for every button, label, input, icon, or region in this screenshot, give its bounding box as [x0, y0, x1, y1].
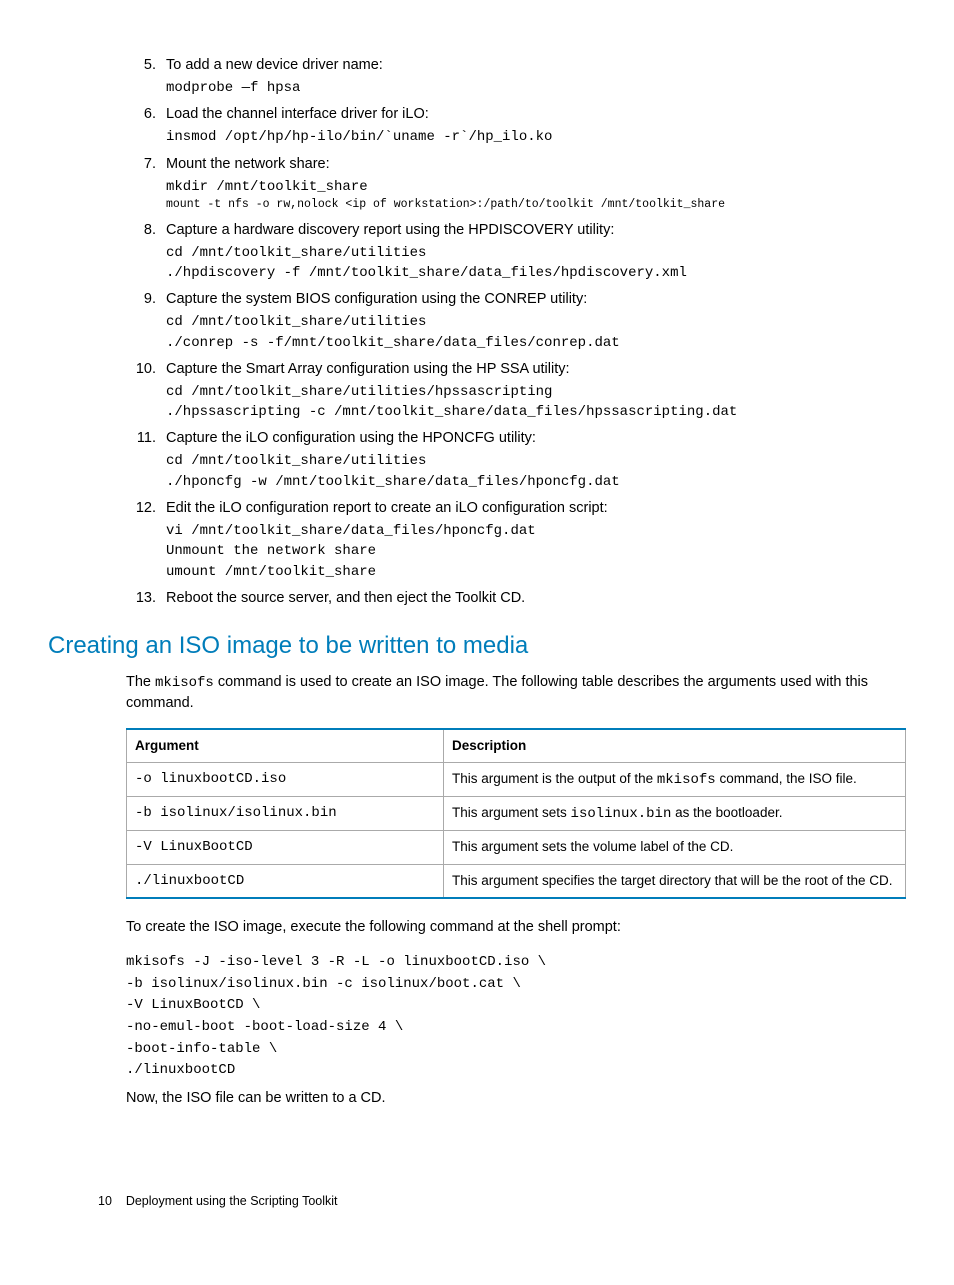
- th-description: Description: [444, 729, 906, 762]
- desc-a: This argument sets: [452, 805, 571, 820]
- step-code: cd /mnt/toolkit_share/utilities ./hponcf…: [166, 451, 906, 492]
- desc-b: as the bootloader.: [671, 805, 782, 820]
- step-code: cd /mnt/toolkit_share/utilities ./hpdisc…: [166, 243, 906, 284]
- numbered-steps: 5. To add a new device driver name: modp…: [126, 55, 906, 611]
- step-text: Capture the Smart Array configuration us…: [166, 359, 906, 380]
- step-code: vi /mnt/toolkit_share/data_files/hponcfg…: [166, 521, 906, 582]
- step-number: 11.: [126, 428, 166, 449]
- step-text: Capture the system BIOS configuration us…: [166, 289, 906, 310]
- step-text: Edit the iLO configuration report to cre…: [166, 498, 906, 519]
- step-number: 5.: [126, 55, 166, 76]
- closing-text: Now, the ISO file can be written to a CD…: [126, 1088, 906, 1109]
- table-row: -V LinuxBootCD This argument sets the vo…: [127, 831, 906, 864]
- step-10: 10. Capture the Smart Array configuratio…: [126, 359, 906, 423]
- step-number: 10.: [126, 359, 166, 380]
- step-code: mkdir /mnt/toolkit_share: [166, 177, 906, 197]
- step-8: 8. Capture a hardware discovery report u…: [126, 220, 906, 284]
- step-number: 8.: [126, 220, 166, 241]
- page-number: 10: [98, 1194, 112, 1208]
- th-argument: Argument: [127, 729, 444, 762]
- step-text: Mount the network share:: [166, 154, 906, 175]
- intro-b: command is used to create an ISO image. …: [126, 674, 868, 711]
- desc-b: command, the ISO file.: [716, 771, 857, 786]
- table-row: ./linuxbootCD This argument specifies th…: [127, 864, 906, 898]
- step-body: Capture the system BIOS configuration us…: [166, 289, 906, 353]
- step-9: 9. Capture the system BIOS configuration…: [126, 289, 906, 353]
- step-6: 6. Load the channel interface driver for…: [126, 104, 906, 147]
- intro-code: mkisofs: [155, 675, 214, 691]
- desc-cell: This argument sets isolinux.bin as the b…: [444, 796, 906, 830]
- step-body: Capture the iLO configuration using the …: [166, 428, 906, 492]
- step-text: Capture a hardware discovery report usin…: [166, 220, 906, 241]
- desc-cell: This argument specifies the target direc…: [444, 864, 906, 898]
- step-body: To add a new device driver name: modprob…: [166, 55, 906, 98]
- step-5: 5. To add a new device driver name: modp…: [126, 55, 906, 98]
- arg-cell: ./linuxbootCD: [127, 864, 444, 898]
- page: 5. To add a new device driver name: modp…: [48, 55, 906, 1245]
- step-body: Load the channel interface driver for iL…: [166, 104, 906, 147]
- step-number: 13.: [126, 588, 166, 609]
- page-footer: 10 Deployment using the Scripting Toolki…: [98, 1192, 338, 1210]
- arg-cell: -o linuxbootCD.iso: [127, 762, 444, 796]
- arg-cell: -V LinuxBootCD: [127, 831, 444, 864]
- step-text: Capture the iLO configuration using the …: [166, 428, 906, 449]
- table-row: -o linuxbootCD.iso This argument is the …: [127, 762, 906, 796]
- intro-paragraph: The mkisofs command is used to create an…: [126, 672, 906, 714]
- table-head: Argument Description: [127, 729, 906, 762]
- intro-a: The: [126, 674, 155, 690]
- step-number: 7.: [126, 154, 166, 175]
- step-number: 9.: [126, 289, 166, 310]
- step-code: insmod /opt/hp/hp-ilo/bin/`uname -r`/hp_…: [166, 127, 906, 147]
- section-heading: Creating an ISO image to be written to m…: [48, 629, 906, 664]
- step-code: modprobe —f hpsa: [166, 78, 906, 98]
- desc-code: isolinux.bin: [571, 806, 672, 822]
- step-number: 6.: [126, 104, 166, 125]
- step-body: Mount the network share: mkdir /mnt/tool…: [166, 154, 906, 214]
- step-code: cd /mnt/toolkit_share/utilities ./conrep…: [166, 312, 906, 353]
- desc-a: This argument sets the volume label of t…: [452, 839, 733, 854]
- footer-title: Deployment using the Scripting Toolkit: [126, 1194, 338, 1208]
- step-text: Load the channel interface driver for iL…: [166, 104, 906, 125]
- desc-cell: This argument sets the volume label of t…: [444, 831, 906, 864]
- step-body: Capture the Smart Array configuration us…: [166, 359, 906, 423]
- table-row: -b isolinux/isolinux.bin This argument s…: [127, 796, 906, 830]
- arg-cell: -b isolinux/isolinux.bin: [127, 796, 444, 830]
- step-12: 12. Edit the iLO configuration report to…: [126, 498, 906, 582]
- step-13: 13. Reboot the source server, and then e…: [126, 588, 906, 611]
- step-code: cd /mnt/toolkit_share/utilities/hpssascr…: [166, 382, 906, 423]
- step-number: 12.: [126, 498, 166, 519]
- desc-cell: This argument is the output of the mkiso…: [444, 762, 906, 796]
- step-code-small: mount -t nfs -o rw,nolock <ip of worksta…: [166, 197, 906, 214]
- desc-a: This argument specifies the target direc…: [452, 873, 892, 888]
- step-body: Reboot the source server, and then eject…: [166, 588, 906, 611]
- step-text: Reboot the source server, and then eject…: [166, 588, 906, 609]
- iso-command-block: mkisofs -J -iso-level 3 -R -L -o linuxbo…: [126, 952, 906, 1082]
- desc-code: mkisofs: [657, 772, 716, 788]
- arguments-table: Argument Description -o linuxbootCD.iso …: [126, 728, 906, 899]
- step-11: 11. Capture the iLO configuration using …: [126, 428, 906, 492]
- step-text: To add a new device driver name:: [166, 55, 906, 76]
- post-table-text: To create the ISO image, execute the fol…: [126, 917, 906, 938]
- step-body: Capture a hardware discovery report usin…: [166, 220, 906, 284]
- step-7: 7. Mount the network share: mkdir /mnt/t…: [126, 154, 906, 214]
- table-header-row: Argument Description: [127, 729, 906, 762]
- step-body: Edit the iLO configuration report to cre…: [166, 498, 906, 582]
- desc-a: This argument is the output of the: [452, 771, 657, 786]
